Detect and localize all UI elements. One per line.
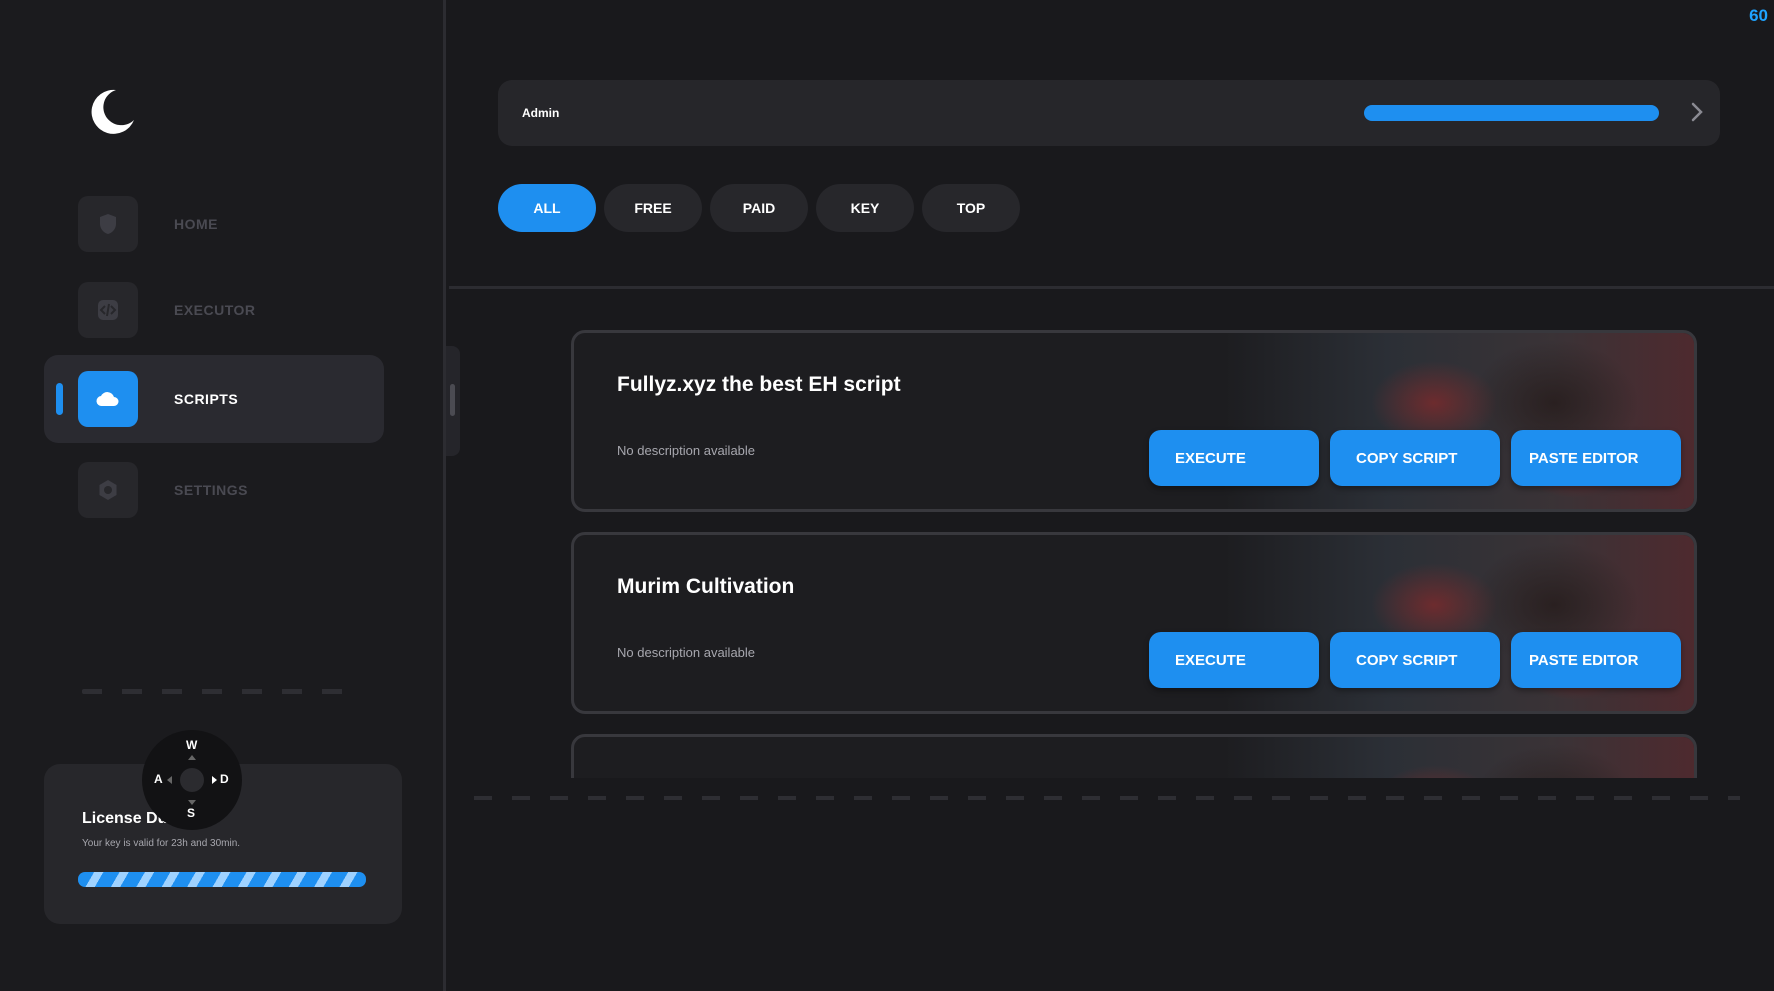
tab-paid[interactable]: PAID <box>710 184 808 232</box>
tab-key[interactable]: KEY <box>816 184 914 232</box>
list-bottom-divider <box>474 796 1740 800</box>
paste-editor-button[interactable]: PASTE EDITOR <box>1511 632 1681 688</box>
script-description: No description available <box>617 645 756 660</box>
sidebar-item-label: EXECUTOR <box>174 302 256 318</box>
script-card: Fullyz.xyz the best EH script No descrip… <box>571 330 1697 512</box>
copy-script-button[interactable]: COPY SCRIPT <box>1330 632 1500 688</box>
filter-tabs: ALL FREE PAID KEY TOP <box>498 184 1020 232</box>
main-divider <box>449 286 1774 289</box>
license-description: Your key is valid for 23h and 30min. <box>82 838 241 849</box>
header-bar: Admin <box>498 80 1720 146</box>
sidebar-item-label: SCRIPTS <box>174 391 239 407</box>
sidebar-resize-handle[interactable] <box>446 346 460 456</box>
gear-icon <box>78 462 138 518</box>
copy-script-button[interactable]: COPY SCRIPT <box>1330 430 1500 486</box>
script-title: Murim Cultivation <box>617 575 795 598</box>
moon-logo-icon <box>91 89 134 134</box>
script-description: No description available <box>617 443 756 458</box>
chevron-right-icon[interactable] <box>1686 101 1708 123</box>
execute-button[interactable]: EXECUTE <box>1149 632 1319 688</box>
tab-top[interactable]: TOP <box>922 184 1020 232</box>
code-icon <box>78 282 138 338</box>
active-indicator <box>56 383 63 415</box>
shield-icon <box>78 196 138 252</box>
script-card-artwork <box>1224 737 1694 778</box>
execute-button[interactable]: EXECUTE <box>1149 430 1319 486</box>
sidebar: HOME EXECUTOR SCRIPTS SETTINGS License D… <box>0 0 446 991</box>
script-card: Murim Cultivation No description availab… <box>571 532 1697 714</box>
script-title: Fullyz.xyz the best EH script <box>617 373 901 396</box>
paste-editor-button[interactable]: PASTE EDITOR <box>1511 430 1681 486</box>
script-list[interactable]: Fullyz.xyz the best EH script No descrip… <box>571 330 1697 778</box>
sidebar-item-scripts[interactable]: SCRIPTS <box>44 355 384 443</box>
sidebar-item-label: SETTINGS <box>174 482 249 498</box>
license-progress-bar <box>78 872 366 887</box>
sidebar-item-executor[interactable]: EXECUTOR <box>44 266 384 354</box>
tab-all[interactable]: ALL <box>498 184 596 232</box>
sidebar-divider <box>82 689 362 694</box>
sidebar-item-label: HOME <box>174 216 218 232</box>
header-label: Admin <box>522 106 560 120</box>
fps-counter: 60 <box>1749 6 1768 25</box>
sidebar-item-settings[interactable]: SETTINGS <box>44 446 384 534</box>
direction-arrows-icon <box>167 755 217 805</box>
wasd-overlay: W A D S <box>142 730 242 830</box>
header-progress-bar <box>1364 105 1659 121</box>
sidebar-item-home[interactable]: HOME <box>44 180 384 268</box>
cloud-icon <box>78 371 138 427</box>
script-card-partial <box>571 734 1697 778</box>
tab-free[interactable]: FREE <box>604 184 702 232</box>
